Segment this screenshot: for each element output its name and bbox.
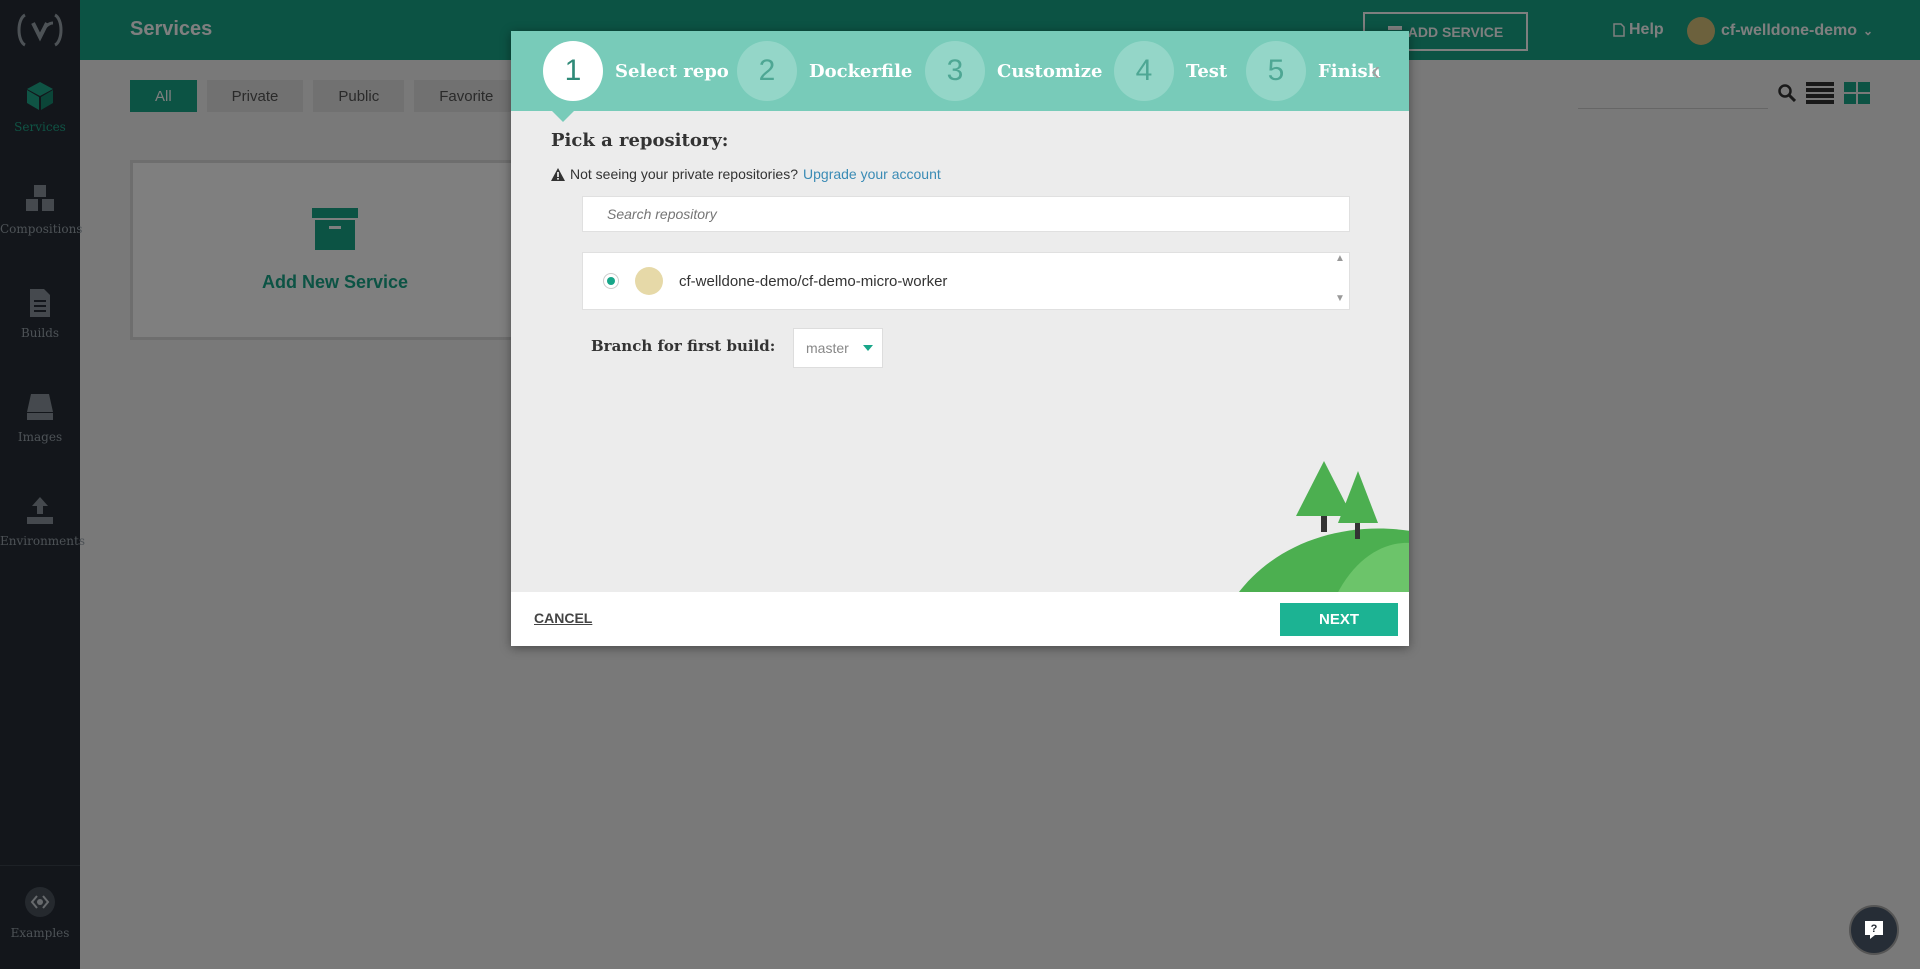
branch-label: Branch for first build: xyxy=(591,337,776,355)
repo-name: cf-welldone-demo/cf-demo-micro-worker xyxy=(679,272,948,290)
add-service-wizard-modal: 1 Select repo 2 Dockerfile 3 Customize 4… xyxy=(511,31,1409,646)
step-select-repo: 1 Select repo xyxy=(543,41,729,101)
repo-avatar xyxy=(635,267,663,295)
step-number: 2 xyxy=(737,41,797,101)
current-step-pointer xyxy=(551,110,575,122)
step-test: 4 Test xyxy=(1114,41,1227,101)
repository-list[interactable]: cf-welldone-demo/cf-demo-micro-worker ▲ … xyxy=(582,252,1350,310)
step-finish: 5 Finish xyxy=(1246,41,1381,101)
branch-value: master xyxy=(806,340,849,356)
step-label: Test xyxy=(1186,60,1228,82)
question-chat-icon: ? xyxy=(1865,921,1883,939)
modal-footer: CANCEL NEXT xyxy=(511,592,1409,646)
step-customize: 3 Customize xyxy=(925,41,1102,101)
step-label: Customize xyxy=(997,60,1103,82)
step-number: 5 xyxy=(1246,41,1306,101)
step-number: 4 xyxy=(1114,41,1174,101)
cancel-button[interactable]: CANCEL xyxy=(534,610,592,626)
notice-text: Not seeing your private repositories? xyxy=(570,166,799,182)
close-icon[interactable]: ‹ xyxy=(1371,55,1380,87)
step-label: Dockerfile xyxy=(809,60,913,82)
scroll-up-icon[interactable]: ▲ xyxy=(1335,253,1345,264)
caret-down-icon xyxy=(862,345,873,351)
search-repository-input[interactable] xyxy=(582,196,1350,232)
radio-selected-dot xyxy=(607,277,615,285)
step-number: 3 xyxy=(925,41,985,101)
list-item[interactable]: cf-welldone-demo/cf-demo-micro-worker xyxy=(583,253,1323,309)
repo-radio[interactable] xyxy=(603,273,619,289)
wizard-steps: 1 Select repo 2 Dockerfile 3 Customize 4… xyxy=(511,31,1409,111)
scroll-down-icon[interactable]: ▼ xyxy=(1335,293,1345,304)
branch-select[interactable]: master xyxy=(793,328,883,368)
upgrade-account-link[interactable]: Upgrade your account xyxy=(803,166,941,182)
step-dockerfile: 2 Dockerfile xyxy=(737,41,912,101)
chat-help-button[interactable]: ? xyxy=(1849,905,1899,955)
step-number: 1 xyxy=(543,41,603,101)
private-repo-notice: Not seeing your private repositories? Up… xyxy=(551,166,941,182)
next-button[interactable]: NEXT xyxy=(1280,603,1398,636)
pick-repository-title: Pick a repository: xyxy=(551,130,729,151)
warning-icon xyxy=(551,167,565,181)
svg-text:?: ? xyxy=(1871,923,1878,935)
hills-illustration xyxy=(1236,461,1409,596)
step-label: Select repo xyxy=(615,60,729,82)
